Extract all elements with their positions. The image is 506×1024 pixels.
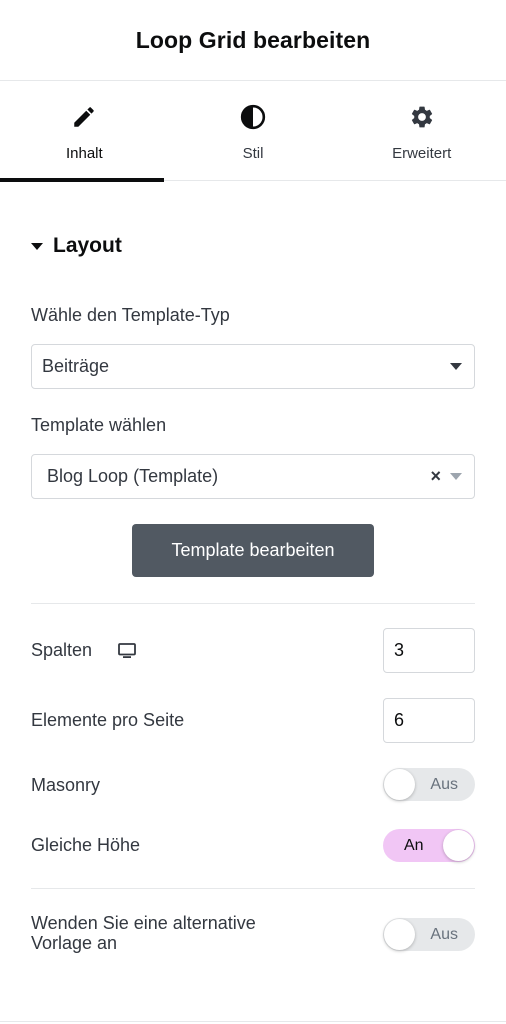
equal-height-state: An — [404, 837, 424, 854]
template-type-select[interactable]: Beiträge — [31, 344, 475, 389]
section-title: Layout — [53, 234, 122, 257]
tab-erweitert[interactable]: Erweitert — [337, 81, 506, 180]
toggle-knob — [443, 830, 474, 861]
equal-height-label: Gleiche Höhe — [31, 835, 141, 855]
pencil-icon — [70, 103, 98, 131]
toggle-knob — [384, 919, 415, 950]
columns-label: Spalten — [31, 640, 93, 660]
panel-title: Loop Grid bearbeiten — [135, 26, 371, 53]
divider — [31, 603, 475, 604]
alt-template-label-line1: Wenden Sie eine alternative — [31, 913, 256, 933]
alt-template-toggle[interactable]: Aus — [383, 918, 475, 951]
tab-stil-label: Stil — [242, 145, 264, 162]
section-layout-toggle[interactable]: Layout — [31, 234, 122, 258]
equal-height-toggle[interactable]: An — [383, 829, 475, 862]
template-select-value: Blog Loop (Template) — [47, 466, 219, 486]
template-type-value: Beiträge — [42, 356, 110, 376]
desktop-icon[interactable] — [118, 642, 136, 659]
tab-inhalt-label: Inhalt — [65, 145, 103, 162]
panel-bottom-border — [0, 1021, 506, 1022]
per-page-label: Elemente pro Seite — [31, 710, 185, 730]
tab-stil[interactable]: Stil — [169, 81, 338, 180]
columns-row: Spalten — [31, 640, 136, 661]
toggle-knob — [384, 769, 415, 800]
tab-erweitert-label: Erweitert — [392, 145, 452, 162]
template-select[interactable]: Blog Loop (Template) × — [31, 454, 475, 499]
tab-inhalt[interactable]: Inhalt — [0, 81, 169, 180]
masonry-toggle[interactable]: Aus — [383, 768, 475, 801]
masonry-state: Aus — [430, 776, 458, 793]
divider — [31, 888, 475, 889]
alt-template-state: Aus — [430, 926, 458, 943]
alt-template-label-line2: Vorlage an — [31, 933, 118, 953]
columns-input[interactable]: 3 — [383, 628, 475, 673]
gear-icon — [408, 103, 436, 131]
tab-bar: Inhalt Stil Erweitert — [0, 81, 506, 182]
active-tab-indicator — [0, 178, 164, 182]
caret-down-icon — [31, 242, 43, 250]
per-page-input[interactable]: 6 — [383, 698, 475, 743]
template-select-label: Template wählen — [31, 415, 167, 435]
half-circle-icon — [239, 103, 267, 131]
chevron-down-icon — [450, 363, 462, 370]
masonry-label: Masonry — [31, 775, 101, 795]
template-type-label: Wähle den Template-Typ — [31, 305, 230, 325]
alt-template-label: Wenden Sie eine alternative Vorlage an — [31, 913, 256, 953]
chevron-down-icon — [450, 473, 462, 480]
panel-header: Loop Grid bearbeiten — [0, 0, 506, 81]
edit-template-button[interactable]: Template bearbeiten — [132, 524, 374, 577]
clear-icon[interactable]: × — [430, 466, 441, 487]
